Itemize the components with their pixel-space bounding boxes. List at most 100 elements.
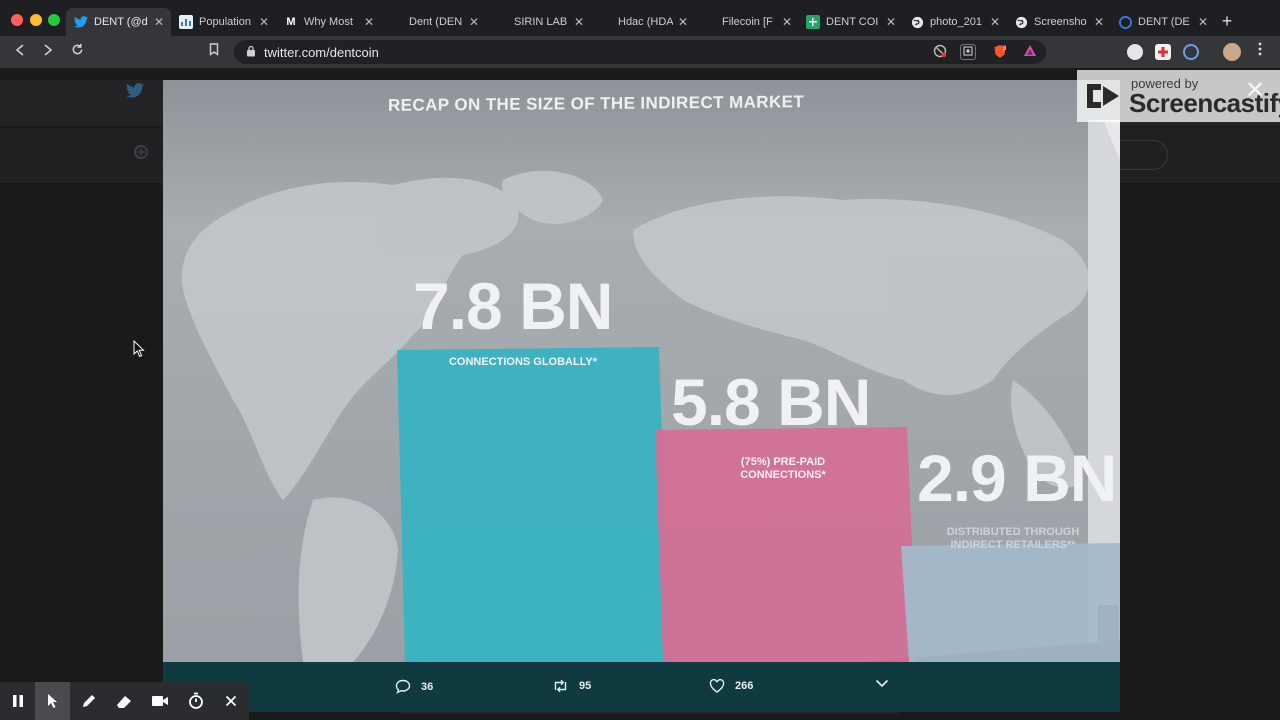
tab-title: DENT COI bbox=[826, 16, 879, 28]
browser-tab-sirin[interactable]: SIRIN LAB ✕ bbox=[486, 8, 591, 36]
reload-icon bbox=[72, 43, 82, 55]
retweet-button[interactable]: 95 bbox=[552, 679, 591, 693]
browser-tab-dent-de[interactable]: DENT (DE ✕ bbox=[1110, 8, 1215, 36]
close-viewer-button[interactable]: ✕ bbox=[1242, 78, 1268, 104]
tab-close-icon[interactable]: ✕ bbox=[1197, 15, 1209, 29]
bar-value-connections-globally: 7.8 BN bbox=[413, 269, 613, 343]
browser-tab-filecoin[interactable]: Filecoin [F ✕ bbox=[694, 8, 799, 36]
tweet-actions-bar: 36 95 266 bbox=[163, 662, 1120, 712]
tab-close-icon[interactable]: ✕ bbox=[781, 15, 793, 29]
mouse-cursor-icon bbox=[133, 340, 145, 358]
close-icon bbox=[225, 695, 236, 707]
back-icon bbox=[15, 44, 24, 56]
address-bar[interactable]: twitter.com/dentcoin 3 bbox=[234, 40, 1046, 64]
stopwatch-icon bbox=[188, 692, 203, 709]
video-camera-icon bbox=[151, 696, 168, 706]
webcam-toggle-button[interactable] bbox=[142, 682, 177, 720]
window-close-button[interactable] bbox=[11, 14, 23, 26]
browser-tab-hdac[interactable]: Hdac (HDA ✕ bbox=[590, 8, 695, 36]
stop-recording-button[interactable] bbox=[213, 682, 248, 720]
blank-favicon-icon bbox=[389, 15, 403, 29]
coin-icon bbox=[1118, 15, 1132, 29]
dent-logo-icon bbox=[134, 145, 148, 159]
tab-close-icon[interactable]: ✕ bbox=[989, 15, 1001, 29]
pause-recording-button[interactable] bbox=[0, 682, 35, 720]
cursor-tool-button[interactable] bbox=[35, 682, 70, 720]
tab-title: SIRIN LAB bbox=[514, 16, 568, 28]
tab-close-icon[interactable]: ✕ bbox=[468, 15, 480, 29]
extension-circle-icon[interactable] bbox=[1127, 44, 1143, 60]
blocked-content-icon[interactable] bbox=[932, 44, 948, 60]
window-minimize-button[interactable] bbox=[30, 14, 42, 26]
extension-red-icon[interactable] bbox=[1155, 44, 1171, 60]
back-button[interactable] bbox=[10, 42, 30, 62]
pause-icon bbox=[12, 695, 23, 707]
url-text: twitter.com/dentcoin bbox=[264, 45, 379, 60]
bar-value-indirect-retailers: 2.9 BN bbox=[917, 441, 1117, 515]
tab-title: Hdac (HDA bbox=[618, 16, 673, 28]
svg-text:3: 3 bbox=[1003, 46, 1007, 52]
globe-icon bbox=[1014, 15, 1028, 29]
bookmark-button[interactable] bbox=[204, 42, 224, 62]
more-options-button[interactable] bbox=[875, 679, 899, 688]
bar-value-prepaid: 5.8 BN bbox=[671, 365, 871, 439]
tab-close-icon[interactable]: ✕ bbox=[258, 15, 270, 29]
reply-count: 36 bbox=[421, 680, 434, 693]
bar-caption-prepaid: (75%) PRE-PAID CONNECTIONS* bbox=[683, 456, 883, 482]
menu-dots-icon bbox=[1258, 42, 1262, 56]
browser-tab-dent-twitter[interactable]: DENT (@d ✕ bbox=[66, 8, 171, 36]
retweet-icon bbox=[554, 679, 567, 693]
retweet-count: 95 bbox=[579, 680, 592, 692]
bar-caption-line: INDIRECT RETAILERS** bbox=[950, 539, 1076, 551]
browser-tab-photo[interactable]: photo_201 ✕ bbox=[902, 8, 1007, 36]
profile-avatar[interactable] bbox=[1223, 43, 1241, 61]
screencastify-logo-icon bbox=[1087, 84, 1119, 108]
slide-title: RECAP ON THE SIZE OF THE INDIRECT MARKET bbox=[388, 92, 805, 115]
tab-title: Screensho bbox=[1034, 16, 1087, 28]
tab-close-icon[interactable]: ✕ bbox=[1093, 15, 1105, 29]
tab-close-icon[interactable]: ✕ bbox=[153, 15, 165, 29]
brave-shield-icon[interactable]: 3 bbox=[992, 44, 1008, 60]
tab-title: DENT (@d bbox=[94, 16, 148, 28]
blank-favicon-icon bbox=[494, 15, 508, 29]
reload-button[interactable] bbox=[67, 42, 87, 62]
like-button[interactable]: 266 bbox=[709, 679, 753, 693]
bar-caption-line: CONNECTIONS* bbox=[740, 469, 826, 481]
chevron-down-icon bbox=[875, 679, 889, 688]
browser-toolbar: twitter.com/dentcoin 3 bbox=[0, 36, 1280, 68]
forward-button[interactable] bbox=[38, 42, 58, 62]
media-viewer-photo[interactable]: RECAP ON THE SIZE OF THE INDIRECT MARKET… bbox=[163, 80, 1120, 662]
browser-tab-medium[interactable]: M Why Most ✕ bbox=[276, 8, 381, 36]
brave-rewards-icon[interactable] bbox=[1022, 44, 1038, 60]
browser-tab-screenshot[interactable]: Screensho ✕ bbox=[1006, 8, 1111, 36]
pen-icon bbox=[82, 695, 95, 707]
browser-tab-population[interactable]: Population ✕ bbox=[171, 8, 276, 36]
browser-menu-button[interactable] bbox=[1250, 42, 1270, 62]
bar-caption-connections-globally: CONNECTIONS GLOBALLY* bbox=[448, 356, 598, 368]
browser-tab-dent-coin-sheet[interactable]: DENT COI ✕ bbox=[798, 8, 903, 36]
eraser-tool-button[interactable] bbox=[106, 682, 141, 720]
tab-close-icon[interactable]: ✕ bbox=[677, 15, 689, 29]
blank-favicon-icon bbox=[598, 15, 612, 29]
like-count: 266 bbox=[735, 680, 754, 692]
pen-tool-button[interactable] bbox=[71, 682, 106, 720]
screenshot-icon[interactable] bbox=[960, 44, 976, 60]
bar-caption-line: (75%) PRE-PAID bbox=[740, 456, 826, 468]
screencastify-controls bbox=[0, 682, 249, 720]
extension-target-icon[interactable] bbox=[1183, 44, 1199, 60]
window-maximize-button[interactable] bbox=[48, 14, 60, 26]
medium-icon: M bbox=[286, 16, 296, 28]
tab-close-icon[interactable]: ✕ bbox=[363, 15, 375, 29]
reply-button[interactable]: 36 bbox=[395, 679, 433, 694]
forward-icon bbox=[44, 44, 53, 56]
timer-button[interactable] bbox=[178, 682, 213, 720]
twitter-icon bbox=[126, 83, 144, 98]
heart-icon bbox=[709, 679, 725, 693]
bar-indirect-retailers bbox=[901, 543, 1120, 662]
tab-close-icon[interactable]: ✕ bbox=[885, 15, 897, 29]
pointer-icon bbox=[47, 694, 57, 708]
tab-close-icon[interactable]: ✕ bbox=[573, 15, 585, 29]
new-tab-button[interactable]: + bbox=[1216, 10, 1238, 32]
browser-tab-dent-den[interactable]: Dent (DEN ✕ bbox=[381, 8, 486, 36]
reply-icon bbox=[395, 679, 411, 694]
